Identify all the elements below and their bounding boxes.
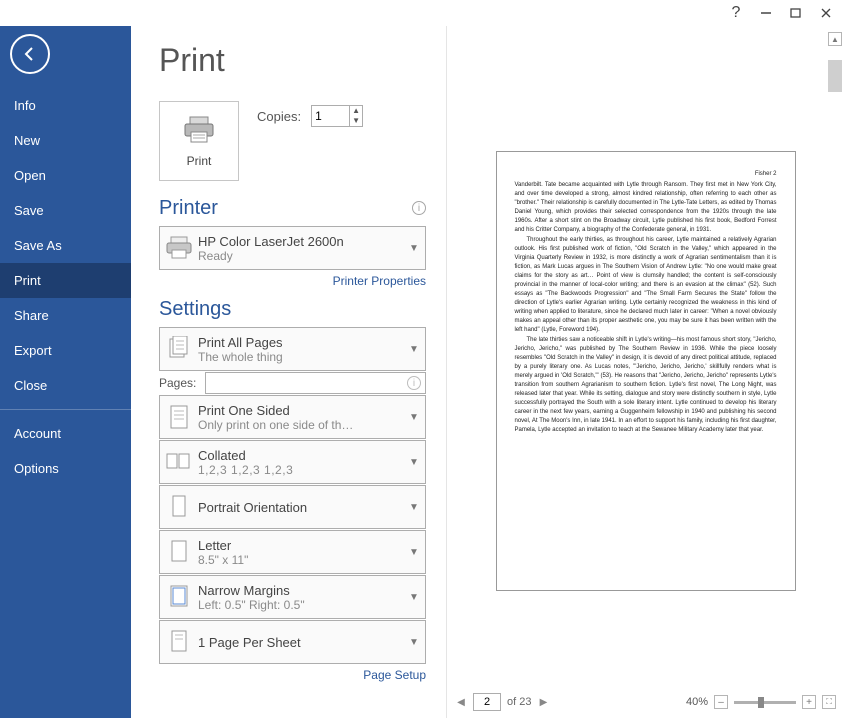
page-setup-link[interactable]: Page Setup xyxy=(159,668,426,682)
copies-increment[interactable]: ▲ xyxy=(350,106,362,116)
nav-options[interactable]: Options xyxy=(0,451,131,486)
prev-page-button[interactable]: ◀ xyxy=(455,697,467,708)
copies-input[interactable]: ▲ ▼ xyxy=(311,105,363,127)
preview-pane: ▲ Fisher 2 Vanderbilt. Tate became acqua… xyxy=(447,26,844,718)
print-range-selector[interactable]: Print All Pages The whole thing ▼ xyxy=(159,327,426,371)
zoom-to-fit-button[interactable]: ⛶ xyxy=(822,695,836,709)
scrollbar-thumb[interactable] xyxy=(828,60,842,92)
nav-share[interactable]: Share xyxy=(0,298,131,333)
pages-stack-icon xyxy=(160,328,198,370)
total-pages-label: of 23 xyxy=(507,696,531,708)
paper-size-icon xyxy=(160,531,198,573)
print-range-title: Print All Pages xyxy=(198,335,403,350)
per-sheet-icon xyxy=(160,621,198,663)
collated-subtitle: 1,2,3 1,2,3 1,2,3 xyxy=(198,463,403,477)
zoom-in-button[interactable]: + xyxy=(802,695,816,709)
collated-icon xyxy=(160,441,198,483)
page-preview: Fisher 2 Vanderbilt. Tate became acquain… xyxy=(496,151,796,591)
preview-paragraph: Vanderbilt. Tate became acquainted with … xyxy=(515,181,777,235)
sided-title: Print One Sided xyxy=(198,403,403,418)
nav-open[interactable]: Open xyxy=(0,158,131,193)
nav-print[interactable]: Print xyxy=(0,263,131,298)
scrollbar-up-button[interactable]: ▲ xyxy=(828,32,842,46)
printer-icon xyxy=(182,115,216,148)
zoom-label: 40% xyxy=(686,696,708,708)
sided-subtitle: Only print on one side of th… xyxy=(198,418,403,432)
page-number-field[interactable] xyxy=(474,694,500,710)
collated-title: Collated xyxy=(198,448,403,463)
preview-paragraph: The late thirties saw a noticeable shift… xyxy=(515,336,777,435)
nav-close[interactable]: Close xyxy=(0,368,131,403)
printer-selector[interactable]: HP Color LaserJet 2600n Ready ▼ xyxy=(159,226,426,270)
page-number-input[interactable] xyxy=(473,693,501,711)
chevron-down-icon: ▼ xyxy=(403,344,425,355)
portrait-icon xyxy=(160,486,198,528)
help-icon[interactable]: ? xyxy=(728,5,744,21)
one-sided-icon xyxy=(160,396,198,438)
printer-properties-link[interactable]: Printer Properties xyxy=(159,274,426,288)
chevron-down-icon: ▼ xyxy=(403,243,425,254)
orientation-selector[interactable]: Portrait Orientation ▼ xyxy=(159,485,426,529)
nav-new[interactable]: New xyxy=(0,123,131,158)
zoom-out-button[interactable]: – xyxy=(714,695,728,709)
copies-label: Copies: xyxy=(257,109,301,124)
margins-icon xyxy=(160,576,198,618)
chevron-down-icon: ▼ xyxy=(403,637,425,648)
print-button[interactable]: Print xyxy=(159,101,239,181)
paper-selector[interactable]: Letter 8.5" x 11" ▼ xyxy=(159,530,426,574)
preview-header: Fisher 2 xyxy=(515,170,777,179)
pages-input[interactable]: i xyxy=(205,372,426,394)
pages-input-field[interactable] xyxy=(206,376,407,390)
sided-selector[interactable]: Print One Sided Only print on one side o… xyxy=(159,395,426,439)
printer-status: Ready xyxy=(198,249,403,263)
nav-export[interactable]: Export xyxy=(0,333,131,368)
paper-title: Letter xyxy=(198,538,403,553)
next-page-button[interactable]: ▶ xyxy=(537,697,549,708)
minimize-button[interactable] xyxy=(758,5,774,21)
print-settings-pane: Print Print Copies: xyxy=(131,26,446,718)
margins-subtitle: Left: 0.5" Right: 0.5" xyxy=(198,598,403,612)
close-button[interactable] xyxy=(818,5,834,21)
margins-selector[interactable]: Narrow Margins Left: 0.5" Right: 0.5" ▼ xyxy=(159,575,426,619)
orientation-title: Portrait Orientation xyxy=(198,500,403,515)
copies-input-field[interactable] xyxy=(312,109,349,123)
page-title: Print xyxy=(159,42,426,79)
backstage-sidebar: Info New Open Save Save As Print Share E… xyxy=(0,26,131,718)
paper-subtitle: 8.5" x 11" xyxy=(198,553,403,567)
nav-info[interactable]: Info xyxy=(0,88,131,123)
nav-account[interactable]: Account xyxy=(0,416,131,451)
zoom-slider[interactable] xyxy=(734,701,796,704)
printer-name: HP Color LaserJet 2600n xyxy=(198,234,403,249)
printer-device-icon xyxy=(160,227,198,269)
zoom-slider-knob[interactable] xyxy=(758,697,764,708)
per-sheet-selector[interactable]: 1 Page Per Sheet ▼ xyxy=(159,620,426,664)
restore-button[interactable] xyxy=(788,5,804,21)
printer-heading: Printer i xyxy=(159,197,426,220)
back-button[interactable] xyxy=(10,34,50,74)
chevron-down-icon: ▼ xyxy=(403,412,425,423)
preview-status-bar: ◀ of 23 ▶ 40% – + ⛶ xyxy=(447,686,844,718)
chevron-down-icon: ▼ xyxy=(403,592,425,603)
print-range-subtitle: The whole thing xyxy=(198,350,403,364)
nav-save[interactable]: Save xyxy=(0,193,131,228)
chevron-down-icon: ▼ xyxy=(403,547,425,558)
settings-heading: Settings xyxy=(159,298,426,321)
margins-title: Narrow Margins xyxy=(198,583,403,598)
collated-selector[interactable]: Collated 1,2,3 1,2,3 1,2,3 ▼ xyxy=(159,440,426,484)
per-sheet-title: 1 Page Per Sheet xyxy=(198,635,403,650)
chevron-down-icon: ▼ xyxy=(403,502,425,513)
title-bar: ? xyxy=(0,0,844,26)
print-button-label: Print xyxy=(187,154,212,168)
preview-paragraph: Throughout the early thirties, as throug… xyxy=(515,236,777,335)
chevron-down-icon: ▼ xyxy=(403,457,425,468)
pages-label: Pages: xyxy=(159,376,199,390)
pages-info-icon[interactable]: i xyxy=(407,376,421,390)
printer-info-icon[interactable]: i xyxy=(412,201,426,215)
copies-decrement[interactable]: ▼ xyxy=(350,116,362,126)
nav-save-as[interactable]: Save As xyxy=(0,228,131,263)
